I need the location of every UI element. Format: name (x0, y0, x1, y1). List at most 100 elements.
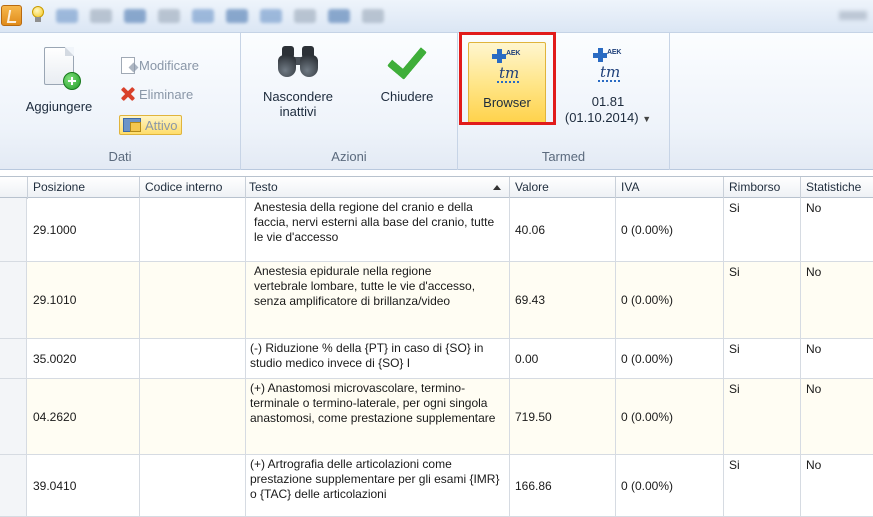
cell-rimborso: Si (724, 198, 801, 261)
checkmark-icon (388, 45, 426, 75)
group-label-azioni: Azioni (331, 149, 367, 164)
group-label-dati: Dati (108, 149, 132, 164)
plus-icon (63, 72, 81, 90)
quick-icon[interactable] (56, 9, 78, 23)
tarmed-version-icon: AEK tm (591, 46, 625, 86)
header-testo-label: Testo (249, 180, 278, 194)
binoculars-icon (277, 45, 319, 79)
header-posizione[interactable]: Posizione (28, 177, 140, 199)
chiudere-label: Chiudere (380, 89, 434, 104)
lightbulb-base (35, 17, 41, 22)
header-statistiche[interactable]: Statistiche (801, 177, 873, 199)
header-iva[interactable]: IVA (616, 177, 724, 199)
cell-iva: 0 (0.00%) (616, 262, 724, 338)
cell-valore: 166.86 (510, 455, 616, 516)
row-selector[interactable] (0, 379, 27, 454)
nascondere-inattivi-button[interactable]: Nascondere inattivi (251, 45, 345, 119)
sort-ascending-icon (493, 185, 501, 190)
cell-rimborso: Si (724, 339, 801, 378)
ribbon: Aggiungere Modificare Eliminare Attivo D… (0, 33, 873, 170)
edit-document-icon (121, 56, 135, 74)
ribbon-group-azioni: Nascondere inattivi Chiudere Azioni (241, 33, 458, 170)
cell-testo: (+) Artrografia delle articolazioni come… (246, 455, 510, 516)
cell-codice-interno (140, 455, 246, 516)
quick-icon[interactable] (328, 9, 350, 23)
cell-statistiche: No (801, 455, 873, 516)
cell-statistiche: No (801, 339, 873, 378)
grid-header: Posizione Codice interno Testo Valore IV… (0, 176, 873, 199)
attivo-toggle[interactable]: Attivo (119, 115, 182, 135)
cell-statistiche: No (801, 198, 873, 261)
eliminare-button[interactable]: Eliminare (121, 84, 193, 104)
quick-icon[interactable] (362, 9, 384, 23)
modificare-label: Modificare (139, 57, 199, 73)
cell-codice-interno (140, 339, 246, 378)
aggiungere-label: Aggiungere (25, 99, 93, 114)
highlight-annotation (459, 32, 556, 125)
quick-icon[interactable] (226, 9, 248, 23)
cell-iva: 0 (0.00%) (616, 379, 724, 454)
group-label-tarmed: Tarmed (541, 149, 586, 164)
quick-icon[interactable] (260, 9, 282, 23)
chiudere-button[interactable]: Chiudere (367, 45, 447, 104)
cell-statistiche: No (801, 379, 873, 454)
cell-valore: 719.50 (510, 379, 616, 454)
add-document-icon (44, 47, 81, 90)
row-selector[interactable] (0, 198, 27, 261)
version-label: 01.81 (01.10.2014) ▼ (558, 94, 658, 127)
quick-icon[interactable] (158, 9, 180, 23)
nascondere-label: Nascondere inattivi (251, 89, 345, 119)
binoculars-lens (278, 55, 296, 77)
delete-icon (121, 87, 135, 101)
tarmed-version-dropdown[interactable]: AEK tm 01.81 (01.10.2014) ▼ (558, 42, 658, 127)
cell-codice-interno (140, 198, 246, 261)
cell-codice-interno (140, 379, 246, 454)
cell-iva: 0 (0.00%) (616, 198, 724, 261)
row-selector[interactable] (0, 262, 27, 338)
table-row[interactable]: 35.0020 (-) Riduzione % della {PT} in ca… (0, 339, 873, 379)
cell-valore: 69.43 (510, 262, 616, 338)
cell-iva: 0 (0.00%) (616, 339, 724, 378)
ribbon-group-dati: Aggiungere Modificare Eliminare Attivo D… (0, 33, 241, 170)
header-row-selector (0, 177, 28, 199)
aggiungere-button[interactable]: Aggiungere (14, 45, 104, 114)
application-menu-button[interactable] (1, 5, 22, 26)
quick-icon[interactable] (192, 9, 214, 23)
chevron-down-icon: ▼ (642, 114, 652, 124)
binoculars-lens (300, 55, 318, 77)
quick-icon[interactable] (294, 9, 316, 23)
header-valore[interactable]: Valore (510, 177, 616, 199)
cell-posizione: 35.0020 (28, 339, 140, 378)
version-date: (01.10.2014) (564, 110, 639, 125)
cell-valore: 40.06 (510, 198, 616, 261)
cross-icon (593, 48, 607, 62)
cell-iva: 0 (0.00%) (616, 455, 724, 516)
dots-underline (598, 80, 620, 82)
cell-posizione: 04.2620 (28, 379, 140, 454)
cell-rimborso: Si (724, 379, 801, 454)
lightbulb-icon[interactable] (32, 6, 44, 22)
aek-icon-text: AEK (607, 49, 622, 56)
version-date-row: (01.10.2014) ▼ (558, 110, 658, 127)
cell-rimborso: Si (724, 262, 801, 338)
quick-access-toolbar (0, 0, 873, 33)
modificare-button[interactable]: Modificare (121, 55, 199, 75)
cell-testo: Anestesia epidurale nella regione verteb… (246, 262, 510, 338)
table-row[interactable]: 29.1000 Anestesia della regione del cran… (0, 198, 873, 262)
window-title-fragment (839, 11, 867, 20)
table-row[interactable]: 04.2620 (+) Anastomosi microvascolare, t… (0, 379, 873, 455)
version-number: 01.81 (591, 94, 625, 109)
table-row[interactable]: 29.1010 Anestesia epidurale nella region… (0, 262, 873, 339)
table-row[interactable]: 39.0410 (+) Artrografia delle articolazi… (0, 455, 873, 517)
header-rimborso[interactable]: Rimborso (724, 177, 801, 199)
quick-icon[interactable] (124, 9, 146, 23)
eliminare-label: Eliminare (139, 86, 194, 102)
cell-testo: (-) Riduzione % della {PT} in caso di {S… (246, 339, 510, 378)
row-selector[interactable] (0, 455, 27, 516)
attivo-label: Attivo (145, 117, 178, 133)
header-codice-interno[interactable]: Codice interno (140, 177, 246, 199)
row-selector[interactable] (0, 339, 27, 378)
header-testo[interactable]: Testo (246, 177, 510, 199)
nascondere-label-line1: Nascondere (262, 89, 334, 104)
quick-icon[interactable] (90, 9, 112, 23)
